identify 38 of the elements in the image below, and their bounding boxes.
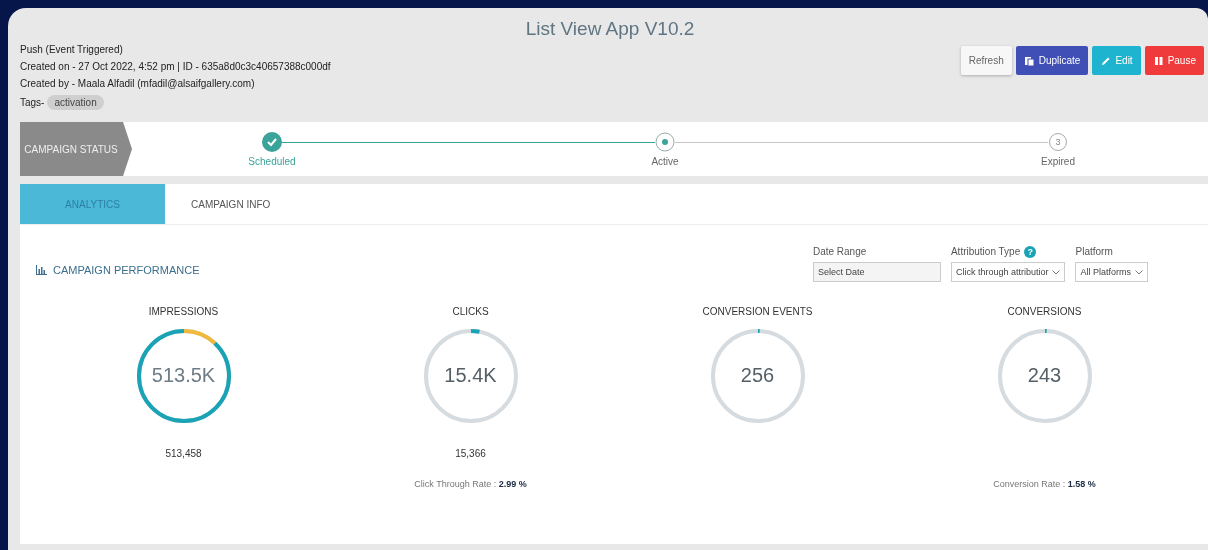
pause-button[interactable]: Pause [1144, 46, 1204, 75]
copy-icon [1023, 54, 1036, 67]
pause-icon [1152, 54, 1165, 67]
help-icon[interactable]: ? [1024, 245, 1037, 258]
filter-label: Attribution Type [950, 246, 1021, 257]
caret-icon [1052, 269, 1061, 275]
refresh-button[interactable]: Refresh [960, 46, 1012, 75]
rate-text: Conversion Rate : 1.58 % [993, 479, 1096, 489]
status-label: CAMPAIGN STATUS [20, 122, 132, 176]
dropdown[interactable]: All Platforms [1075, 262, 1148, 282]
tags-label: Tags- [20, 97, 45, 108]
metric-title: CONVERSION EVENTS [702, 306, 813, 319]
metric-value: 513.5K [150, 364, 217, 387]
metric-title: IMPRESSIONS [148, 306, 219, 319]
step-label: Expired [1041, 155, 1075, 167]
filter-label: Platform [1075, 246, 1113, 257]
detail-text: Push (Event Triggered) [20, 44, 124, 55]
filter-label: Date Range [812, 246, 867, 257]
section-title: CAMPAIGN PERFORMANCE [53, 263, 200, 276]
bar-chart-icon [36, 264, 47, 275]
metric-title: CLICKS [452, 306, 489, 319]
metric-value: 15.4K [443, 364, 498, 387]
dropdown[interactable]: Click through attributior [950, 262, 1066, 282]
window-title: List View App V10.2 [524, 18, 696, 40]
caret-icon [1135, 269, 1143, 275]
step-label: Scheduled [248, 155, 296, 167]
metric-value: 243 [1026, 364, 1063, 387]
metric-total: 513,458 [165, 448, 202, 461]
metric-value: 256 [739, 364, 776, 387]
metric-total: 15,366 [455, 448, 486, 461]
duplicate-button[interactable]: Duplicate [1015, 46, 1089, 75]
date-field[interactable]: Select Date [812, 262, 941, 282]
step-label: Active [651, 155, 679, 167]
detail-text: Created by - Maala Alfadil (mfadil@alsaifgallery.com) [20, 78, 256, 89]
detail-text: Created on - 27 Oct 2022, 4:52 pm | ID - 635a8d0c3c40657388c000df [20, 61, 331, 72]
metric-title: CONVERSIONS [1007, 306, 1082, 319]
tag-chip: activation [47, 95, 104, 110]
rate-text: Click Through Rate : 2.99 % [414, 479, 527, 489]
